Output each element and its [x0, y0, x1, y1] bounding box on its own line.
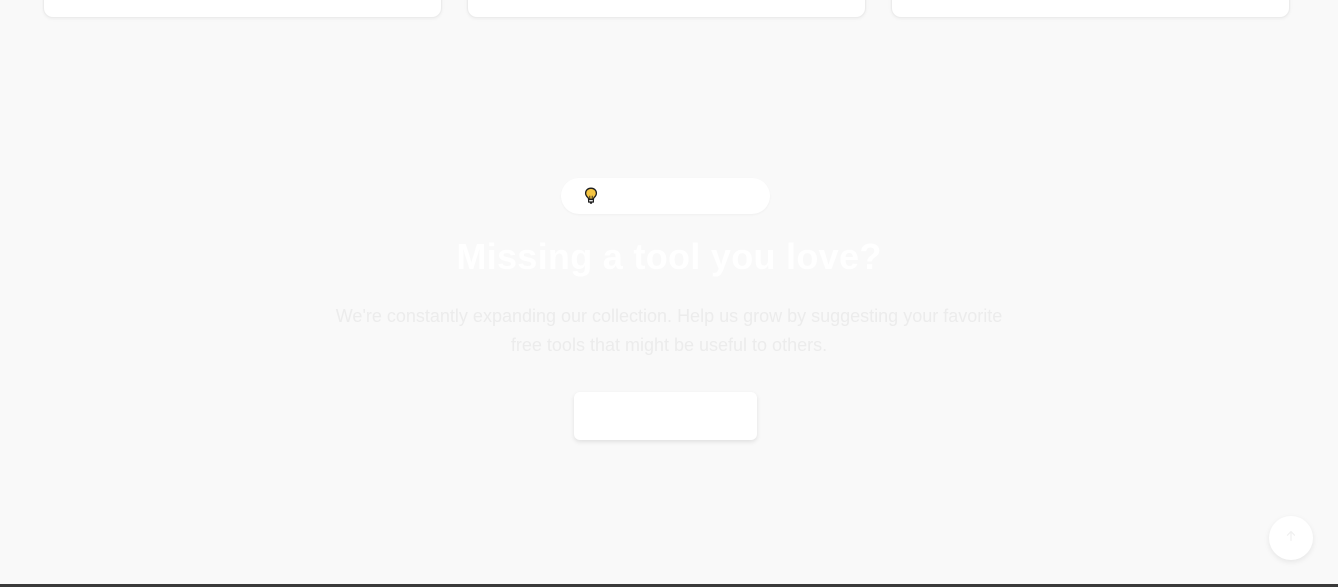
tool-card[interactable]	[891, 0, 1290, 18]
back-to-top-button[interactable]	[1269, 516, 1313, 560]
cta-title: Missing a tool you love?	[456, 236, 882, 277]
suggest-tool-button[interactable]	[574, 392, 757, 440]
suggestion-badge	[561, 178, 770, 214]
arrow-up-icon	[1285, 529, 1297, 547]
lightbulb-icon	[584, 187, 598, 205]
cta-description: We're constantly expanding our collectio…	[335, 306, 1003, 355]
tool-card[interactable]	[43, 0, 442, 18]
tool-card[interactable]	[467, 0, 866, 18]
